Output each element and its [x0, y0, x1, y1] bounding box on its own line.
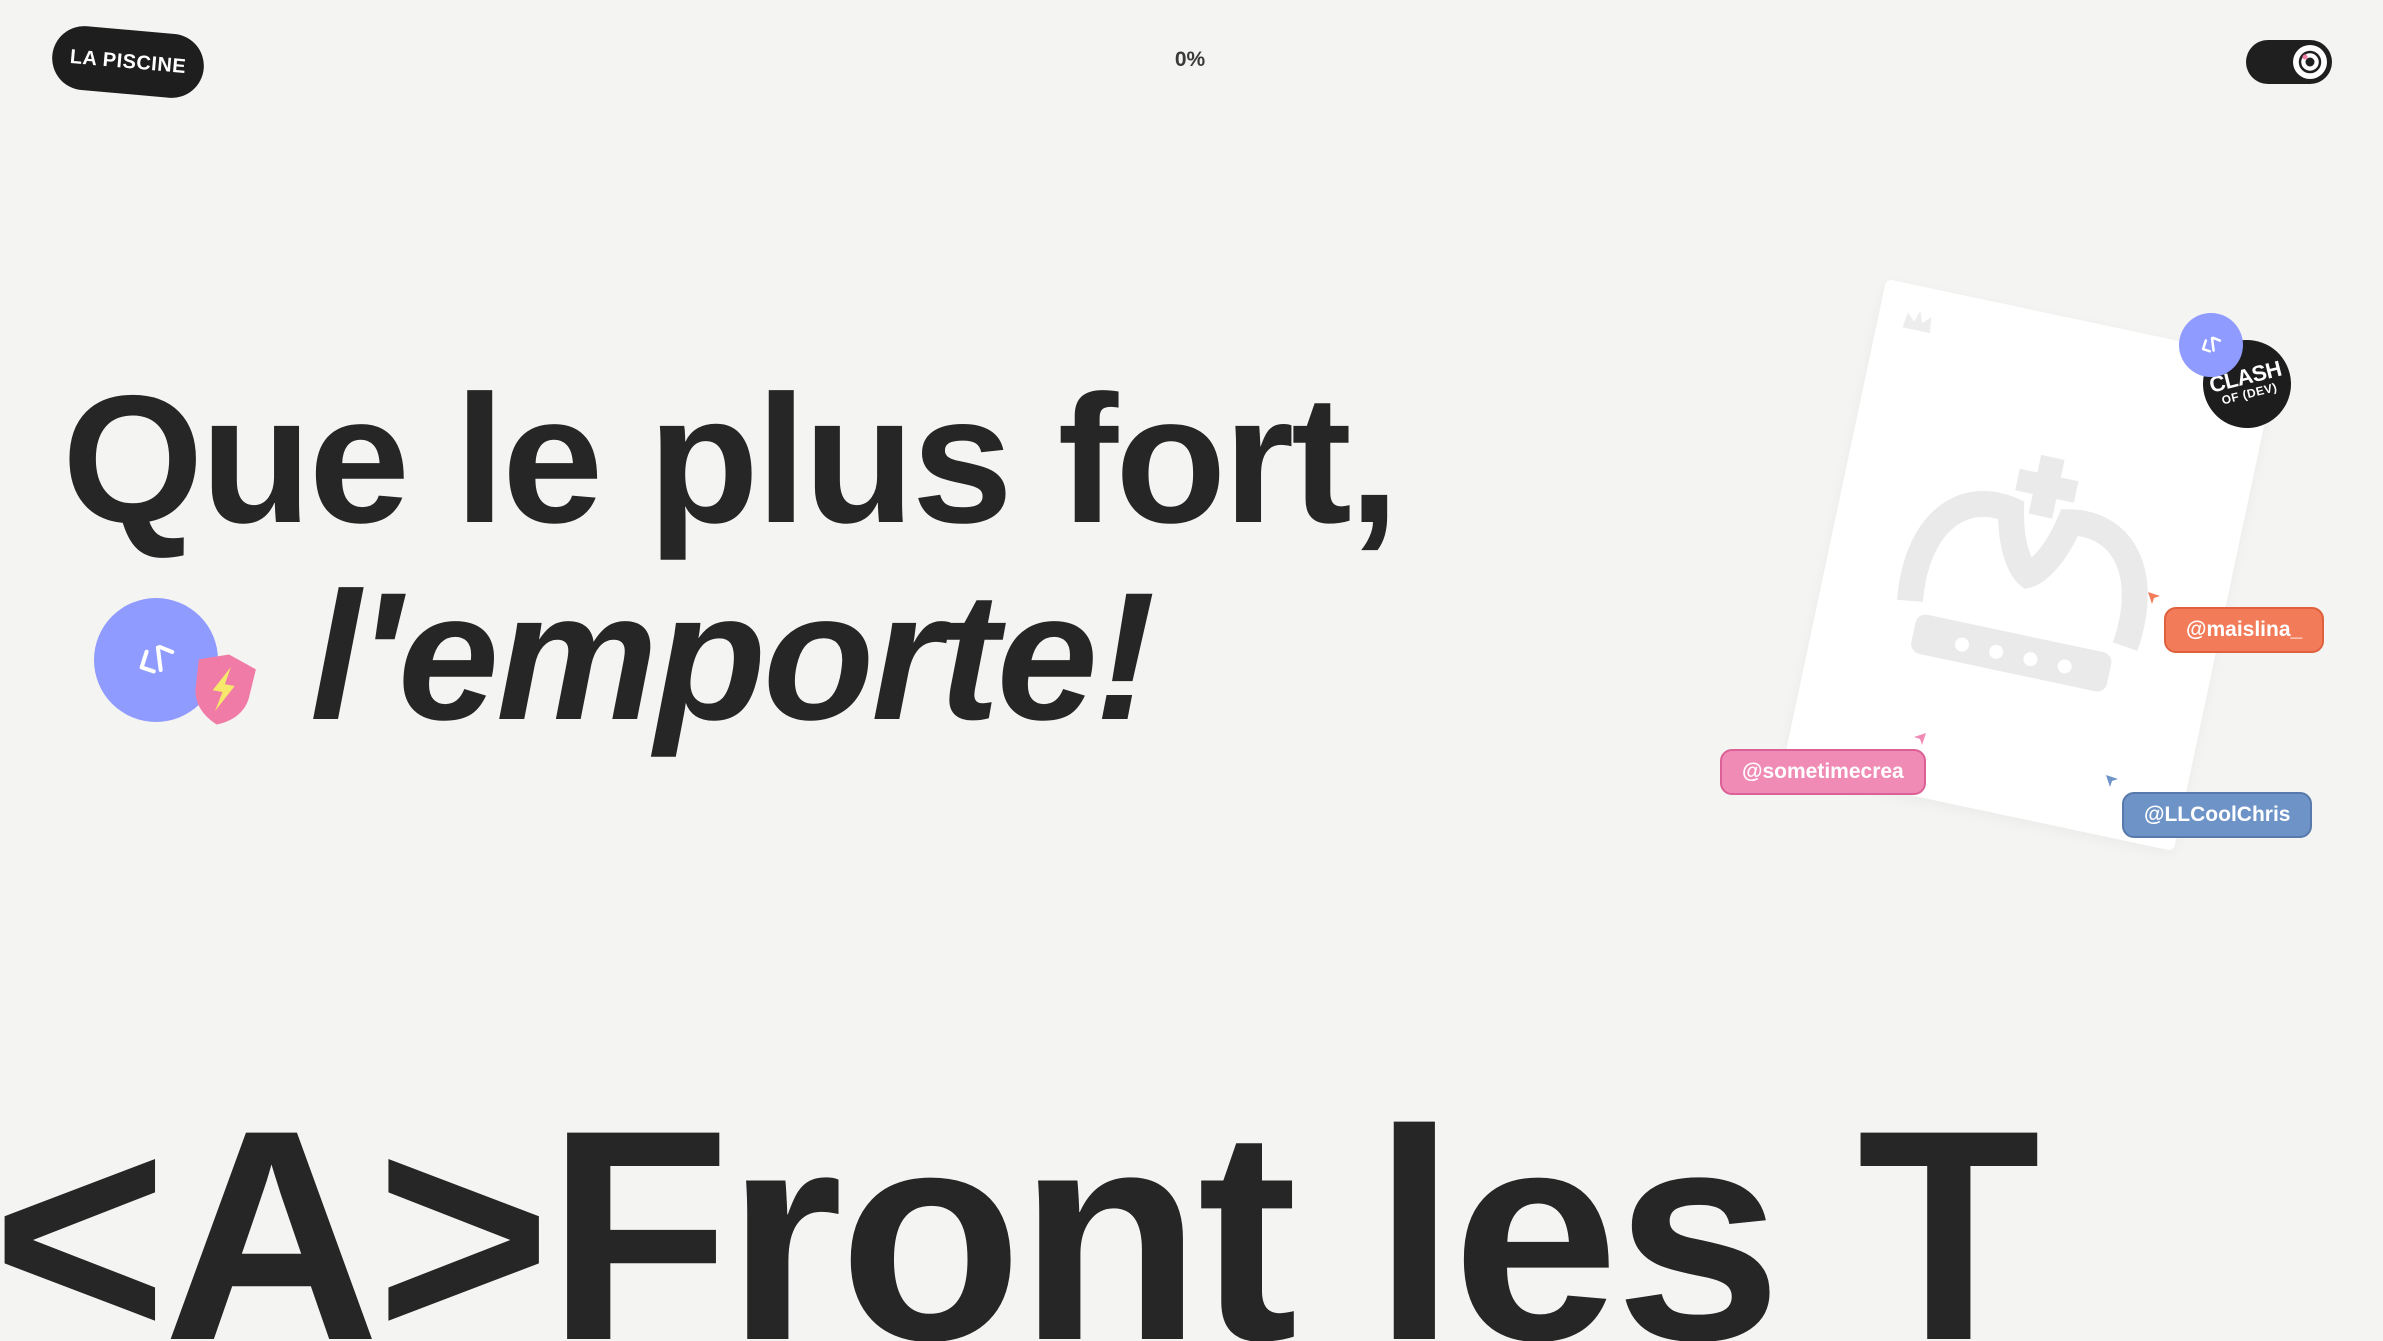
cursor-arrow-icon [2148, 592, 2160, 604]
small-code-badge [2179, 313, 2243, 377]
cursor-handle: @LLCoolChris [2144, 803, 2291, 826]
logo-text: LA PISCINE [69, 45, 188, 78]
cursor-handle: @maislina_ [2186, 618, 2303, 641]
theme-toggle[interactable] [2246, 40, 2332, 84]
card-corner-crown-icon [1902, 310, 1932, 334]
marquee-text: <A>Front les T [0, 1067, 2040, 1341]
crown-icon [1896, 454, 2148, 692]
code-icon [139, 644, 175, 674]
cursor-handle: @sometimecrea [1742, 760, 1904, 783]
progress-indicator: 0% [1174, 48, 1206, 71]
cursor-arrow-icon [2106, 775, 2118, 787]
cursor-tag-maislina: @maislina_ [2164, 607, 2325, 653]
code-icon [2201, 336, 2222, 353]
page: LA PISCINE 0% Que le plus fort, l'emport… [0, 0, 2383, 1341]
theme-toggle-icon [2298, 50, 2322, 74]
shield-bolt-icon [195, 654, 256, 725]
hero-headline-line1: Que le plus fort, [62, 357, 1399, 561]
theme-toggle-knob [2293, 45, 2327, 79]
cursor-arrow-icon [1914, 733, 1926, 745]
hero-headline-line2: l'emporte! [310, 554, 1155, 758]
cursor-tag-llcoolchris: @LLCoolChris [2122, 792, 2313, 838]
la-piscine-logo[interactable]: LA PISCINE [49, 23, 207, 101]
cursor-tag-sometimecrea: @sometimecrea [1720, 749, 1926, 795]
